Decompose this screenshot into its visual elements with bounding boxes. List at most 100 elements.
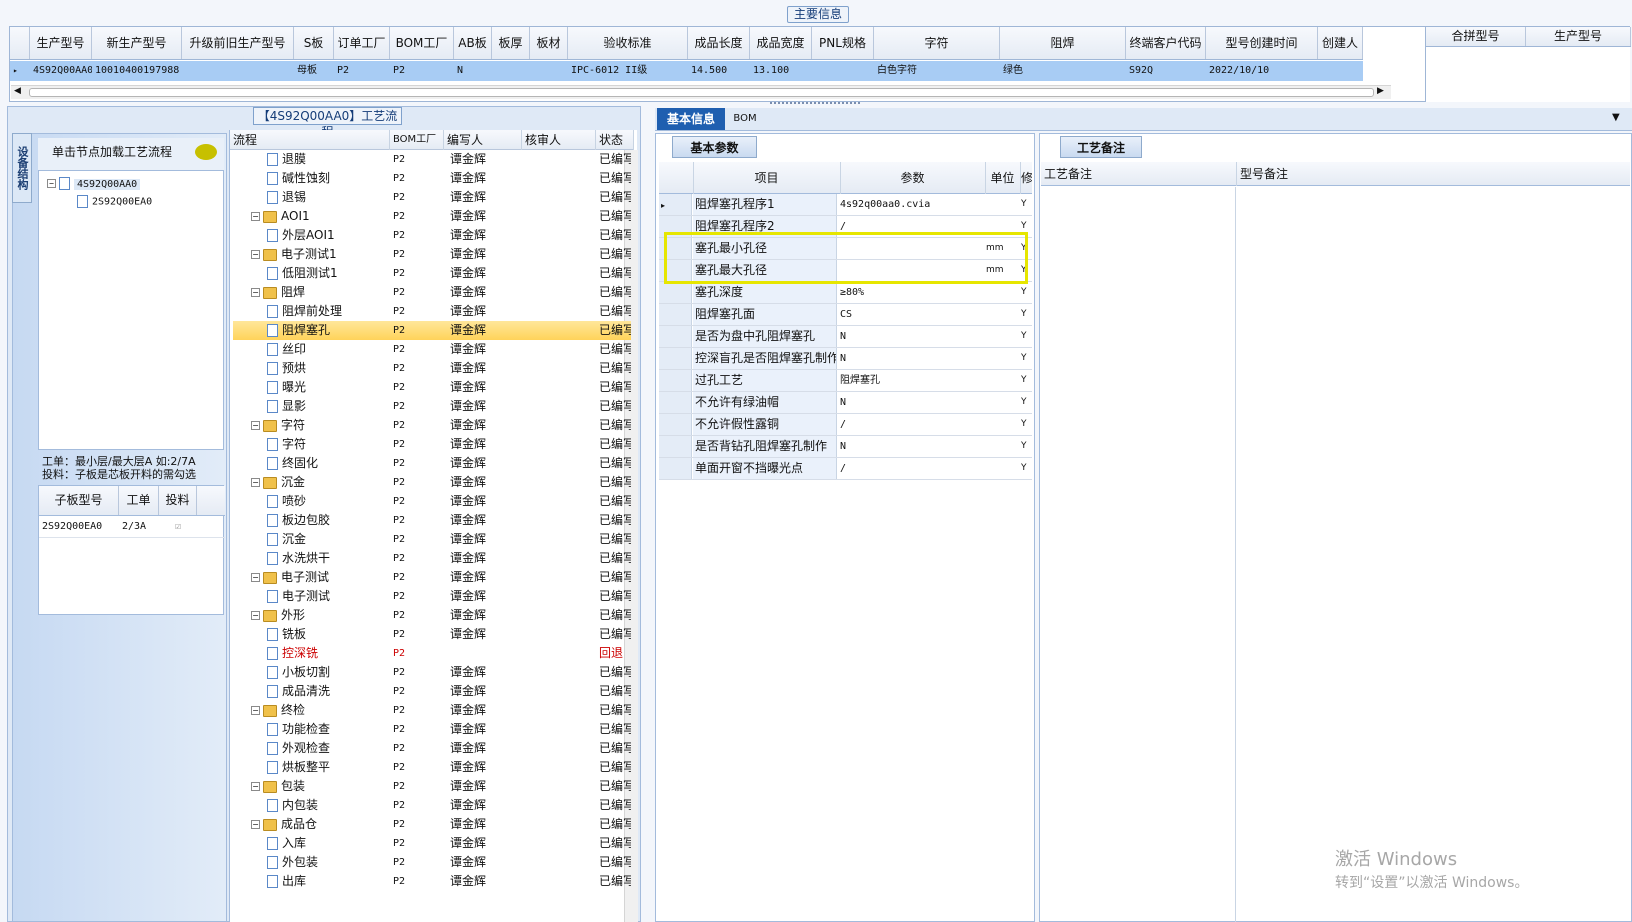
col-header[interactable]: AB板 [454, 27, 492, 59]
process-step[interactable]: 内包装 P2 谭金辉 已编写 [233, 796, 631, 815]
process-step[interactable]: − AOI1 P2 谭金辉 已编写 [233, 207, 631, 226]
process-step[interactable]: 铣板 P2 谭金辉 已编写 [233, 625, 631, 644]
tab-basic-info[interactable]: 基本信息 [657, 108, 725, 130]
process-step[interactable]: − 成品仓 P2 谭金辉 已编写 [233, 815, 631, 834]
side-tab-structure[interactable]: 设备结构 [12, 133, 32, 203]
param-row[interactable]: 阻焊塞孔面 CS Y [659, 304, 1032, 326]
tab-process-remarks[interactable]: 工艺备注 [1060, 136, 1142, 158]
feed-checkbox[interactable]: ☑ [159, 517, 197, 537]
param-row[interactable]: 不允许有绿油帽 N Y [659, 392, 1032, 414]
cell[interactable]: 4S92Q00AA0 [30, 61, 92, 81]
cell[interactable]: P2 [390, 61, 454, 81]
table-row[interactable]: 2S92Q00EA0 2/3A ☑ [39, 517, 225, 538]
process-step[interactable]: 喷砂 P2 谭金辉 已编写 [233, 492, 631, 511]
process-step[interactable]: 外层AOI1 P2 谭金辉 已编写 [233, 226, 631, 245]
process-step[interactable]: − 字符 P2 谭金辉 已编写 [233, 416, 631, 435]
process-step[interactable]: 丝印 P2 谭金辉 已编写 [233, 340, 631, 359]
process-step[interactable]: − 电子测试1 P2 谭金辉 已编写 [233, 245, 631, 264]
process-step[interactable]: 烘板整平 P2 谭金辉 已编写 [233, 758, 631, 777]
process-step[interactable]: − 外形 P2 谭金辉 已编写 [233, 606, 631, 625]
process-step[interactable]: 小板切割 P2 谭金辉 已编写 [233, 663, 631, 682]
sub-board-grid[interactable]: 子板型号 工单 投料 2S92Q00EA0 2/3A ☑ [38, 485, 225, 615]
process-step[interactable]: 成品清洗 P2 谭金辉 已编写 [233, 682, 631, 701]
param-row[interactable]: 是否为盘中孔阻焊塞孔 N Y [659, 326, 1032, 348]
process-step[interactable]: 水洗烘干 P2 谭金辉 已编写 [233, 549, 631, 568]
horizontal-scrollbar[interactable]: ◀ ▶ [11, 85, 1391, 99]
process-step[interactable]: 板边包胶 P2 谭金辉 已编写 [233, 511, 631, 530]
scroll-right-icon[interactable]: ▶ [1377, 86, 1384, 96]
col-header[interactable]: 板材 [530, 27, 568, 59]
splitter-handle[interactable] [770, 102, 860, 107]
param-row[interactable]: 过孔工艺 阻焊塞孔 Y [659, 370, 1032, 392]
cell[interactable] [812, 61, 874, 81]
col-header[interactable]: PNL规格 [812, 27, 874, 59]
col-header[interactable]: 订单工厂 [334, 27, 390, 59]
process-step[interactable]: 曝光 P2 谭金辉 已编写 [233, 378, 631, 397]
process-step[interactable]: − 终检 P2 谭金辉 已编写 [233, 701, 631, 720]
process-step[interactable]: 显影 P2 谭金辉 已编写 [233, 397, 631, 416]
process-step[interactable]: 出库 P2 谭金辉 已编写 [233, 872, 631, 891]
process-step[interactable]: − 沉金 P2 谭金辉 已编写 [233, 473, 631, 492]
process-step[interactable]: 退膜 P2 谭金辉 已编写 [233, 150, 631, 169]
col-header[interactable]: 成品宽度 [750, 27, 812, 59]
param-row[interactable]: 不允许假性露铜 / Y [659, 414, 1032, 436]
process-step[interactable]: 入库 P2 谭金辉 已编写 [233, 834, 631, 853]
tab-bom[interactable]: BOM [730, 108, 760, 130]
process-remark-field[interactable] [1041, 187, 1236, 922]
process-step[interactable]: 预烘 P2 谭金辉 已编写 [233, 359, 631, 378]
process-step[interactable]: 碱性蚀刻 P2 谭金辉 已编写 [233, 169, 631, 188]
tab-basic-params[interactable]: 基本参数 [672, 136, 757, 158]
merge-model-grid[interactable]: 合拼型号 生产型号 [1425, 27, 1631, 102]
process-step[interactable]: 阻焊塞孔 P2 谭金辉 已编写 [233, 321, 631, 340]
process-step[interactable]: − 阻焊 P2 谭金辉 已编写 [233, 283, 631, 302]
param-row[interactable]: 控深盲孔是否阻焊塞孔制作 N Y [659, 348, 1032, 370]
col-header[interactable]: 板厚 [492, 27, 530, 59]
param-row[interactable]: 单面开窗不挡曝光点 / Y [659, 458, 1032, 480]
process-step[interactable]: 阻焊前处理 P2 谭金辉 已编写 [233, 302, 631, 321]
tree-node-child[interactable]: 2S92Q00EA0 [77, 195, 152, 208]
process-step[interactable]: 功能检查 P2 谭金辉 已编写 [233, 720, 631, 739]
col-header[interactable]: 升级前旧生产型号 [182, 27, 294, 59]
main-info-grid[interactable]: 生产型号 新生产型号 升级前旧生产型号 S板 订单工厂 BOM工厂 AB板 板厚 板材 验收标准成… [9, 26, 1631, 102]
cell[interactable]: S92Q [1126, 61, 1206, 81]
cell[interactable]: IPC-6012 II级 [568, 61, 688, 81]
process-step[interactable]: 终固化 P2 谭金辉 已编写 [233, 454, 631, 473]
process-step[interactable]: 低阻测试1 P2 谭金辉 已编写 [233, 264, 631, 283]
cell[interactable] [530, 61, 568, 81]
cell[interactable]: 白色字符 [874, 61, 1000, 81]
cell[interactable]: 绿色 [1000, 61, 1126, 81]
param-row[interactable]: ▸ 阻焊塞孔程序1 4s92q00aa0.cvia Y [659, 194, 1032, 216]
table-row[interactable]: ▸ 4S92Q00AA0 10010400197988 母板 P2 P2 N IPC-6012… [10, 61, 1363, 81]
cell[interactable] [492, 61, 530, 81]
tree-node-root[interactable]: −4S92Q00AA0 [47, 177, 141, 190]
cell[interactable]: 10010400197988 [92, 61, 182, 81]
process-step[interactable]: 退锡 P2 谭金辉 已编写 [233, 188, 631, 207]
col-header[interactable]: 创建人 [1318, 27, 1363, 59]
cell[interactable]: 母板 [294, 61, 334, 81]
col-header[interactable]: 新生产型号 [92, 27, 182, 59]
process-step[interactable]: 沉金 P2 谭金辉 已编写 [233, 530, 631, 549]
col-header[interactable]: 阻焊 [1000, 27, 1126, 59]
col-header[interactable]: 成品长度 [688, 27, 750, 59]
process-step[interactable]: − 电子测试 P2 谭金辉 已编写 [233, 568, 631, 587]
process-step[interactable]: − 包装 P2 谭金辉 已编写 [233, 777, 631, 796]
cell[interactable]: P2 [334, 61, 390, 81]
col-header[interactable]: 字符 [874, 27, 1000, 59]
cell[interactable] [1318, 61, 1363, 81]
param-row[interactable]: 塞孔深度 ≥80% Y [659, 282, 1032, 304]
param-row[interactable]: 是否背钻孔阻焊塞孔制作 N Y [659, 436, 1032, 458]
col-header[interactable]: 终端客户代码 [1126, 27, 1206, 59]
structure-tree[interactable]: −4S92Q00AA0 2S92Q00EA0 [38, 170, 224, 450]
col-header[interactable]: 生产型号 [30, 27, 92, 59]
process-step[interactable]: 电子测试 P2 谭金辉 已编写 [233, 587, 631, 606]
cell[interactable]: N [454, 61, 492, 81]
col-header[interactable]: 型号创建时间 [1206, 27, 1318, 59]
cell[interactable]: 13.100 [750, 61, 812, 81]
cell[interactable]: 2022/10/10 [1206, 61, 1318, 81]
process-step[interactable]: 外观检查 P2 谭金辉 已编写 [233, 739, 631, 758]
col-header[interactable]: S板 [294, 27, 334, 59]
dropdown-icon[interactable]: ▼ [1612, 112, 1620, 123]
cell[interactable]: 14.500 [688, 61, 750, 81]
process-step[interactable]: 控深铣 P2 回退 [233, 644, 631, 663]
col-header[interactable]: BOM工厂 [390, 27, 454, 59]
